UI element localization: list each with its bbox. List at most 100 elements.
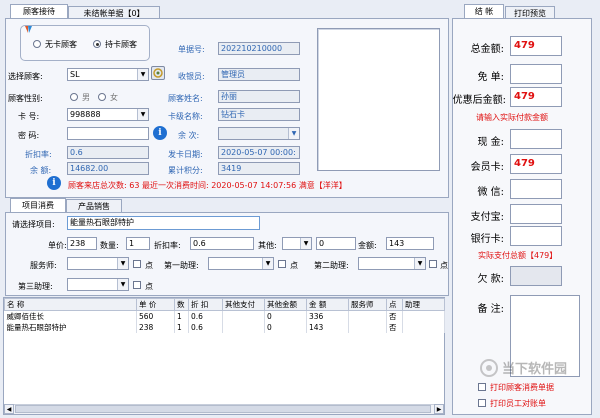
tab-products[interactable]: 产品销售 [66,199,122,212]
column-header[interactable]: 其他金额 [264,298,307,311]
bank-card-label: 银行卡: [470,234,504,245]
print-staff-checkbox[interactable] [478,399,486,407]
watermark-text: 当下软件园 [502,362,568,377]
assist1-dropdown[interactable]: ▼ [208,257,274,270]
rate-input[interactable]: 0.6 [190,237,254,250]
issue-date-label: 发卡日期: [168,150,203,159]
table-cell [402,310,445,322]
amount-input[interactable]: 143 [386,237,434,250]
gender-label: 顾客性别: [8,94,43,103]
table-cell: 否 [386,322,403,333]
customer-name-label: 顾客姓名: [168,94,203,103]
remaining-times-dropdown[interactable]: ▼ [218,127,300,140]
table-cell: 能量热石眼部特护 [4,322,137,333]
wechat-input[interactable] [510,179,562,199]
info-icon[interactable]: i [153,126,167,140]
tab-print-preview-label: 打印预览 [514,9,546,18]
male-radio[interactable] [70,93,78,101]
other-pay-dropdown[interactable]: ▼ [282,237,312,250]
card-no-dropdown[interactable]: 998888 ▼ [67,108,149,121]
choose-item-label: 请选择项目: [12,220,55,229]
table-cell: 143 [306,322,349,333]
female-radio[interactable] [98,93,106,101]
card-no-value: 998888 [70,110,101,119]
visit-info-text: 顾客来店总次数: 63 最近一次消费时间: 2020-05-07 14:07:5… [68,181,347,190]
receipt-no-label: 单据号: [178,45,205,54]
payment-prompt: 请输入实际付款金额 [476,113,548,122]
customer-name-field: 孙丽 [218,90,300,103]
assist2-dropdown[interactable]: ▼ [358,257,426,270]
other-amount-input[interactable]: 0 [316,237,356,250]
select-customer-dropdown[interactable]: SL ▼ [67,68,149,81]
password-field[interactable] [67,127,149,140]
no-card-radio[interactable] [33,40,41,48]
table-cell [222,310,265,322]
assist2-point-checkbox[interactable] [429,260,437,268]
tab-checkout[interactable]: 结 帐 [464,4,504,19]
total-amount-field: 479 [510,36,562,56]
points-label: 累计积分: [168,166,203,175]
chevron-down-icon: ▼ [288,128,299,139]
wechat-label: 微 信: [477,187,504,198]
card-level-field: 钻石卡 [218,108,300,121]
member-card-label: 会员卡: [470,162,504,173]
chevron-down-icon: ▼ [262,258,273,269]
balance-field: 14682.00 [67,162,149,175]
column-header[interactable]: 折 扣 [188,298,223,311]
remaining-times-label: 余 次: [178,131,200,140]
column-header[interactable]: 金 额 [306,298,349,311]
after-discount-field: 479 [510,87,562,107]
cash-label: 现 金: [477,137,504,148]
table-cell [222,322,265,333]
table-header-row: 名 称单 价数折 扣其他支付 其他金额金 额服务师点助理 [4,298,445,311]
tab-reception[interactable]: 顾客接待 [10,4,68,19]
assist1-point-checkbox[interactable] [278,260,286,268]
alipay-input[interactable] [510,204,562,224]
servicer-dropdown[interactable]: ▼ [67,257,129,270]
scroll-left-icon[interactable]: ◀ [4,404,14,414]
chevron-down-icon: ▼ [137,109,148,120]
table-cell: 0 [264,322,307,333]
assist3-point-checkbox[interactable] [133,281,141,289]
table-cell: 否 [386,310,403,322]
scroll-right-icon[interactable]: ▶ [434,404,444,414]
qty-input[interactable]: 1 [126,237,150,250]
member-card-input[interactable]: 479 [510,154,562,174]
balance-label: 余 额: [30,166,52,175]
member-search-icon[interactable] [151,66,165,80]
tab-items[interactable]: 项目消费 [10,198,66,213]
owed-field [510,266,562,286]
chevron-down-icon: ▼ [117,258,128,269]
table-cell [348,322,387,333]
column-header[interactable]: 其他支付 [222,298,265,311]
choose-item-input[interactable]: 能量热石眼部特护 [67,216,260,230]
table-row[interactable]: 威卿佰佳长 560 1 0.6 0 336 否 [4,310,445,322]
free-bill-input[interactable] [510,64,562,84]
column-header[interactable]: 名 称 [4,298,137,311]
table-cell: 238 [136,322,175,333]
items-table: 名 称单 价数折 扣其他支付 其他金额金 额服务师点助理 威卿佰佳长 560 1 0.6… [4,298,445,333]
free-label: 免 单: [477,72,504,83]
servicer-point-checkbox[interactable] [133,260,141,268]
column-header[interactable]: 助理 [402,298,445,311]
column-header[interactable]: 服务师 [348,298,387,311]
cash-input[interactable] [510,129,562,149]
tab-checkout-label: 结 帐 [474,7,494,16]
chevron-down-icon: ▼ [300,238,311,249]
column-header[interactable]: 单 价 [136,298,175,311]
points-field: 3419 [218,162,300,175]
column-header[interactable]: 数 [174,298,189,311]
point-label: 点 [145,282,153,291]
card-no-label: 卡 号: [18,112,40,121]
column-header[interactable]: 点 [386,298,403,311]
assist3-label: 第三助理: [18,282,53,291]
price-input[interactable]: 238 [67,237,97,250]
point-label: 点 [290,261,298,270]
bank-card-input[interactable] [510,226,562,246]
logo-icon [24,25,33,34]
table-row[interactable]: 能量热石眼部特护 238 1 0.6 0 143 否 [4,322,445,333]
with-card-radio[interactable] [93,40,101,48]
assist3-dropdown[interactable]: ▼ [67,278,129,291]
scrollbar-thumb[interactable] [15,405,431,413]
alipay-label: 支付宝: [470,212,504,223]
